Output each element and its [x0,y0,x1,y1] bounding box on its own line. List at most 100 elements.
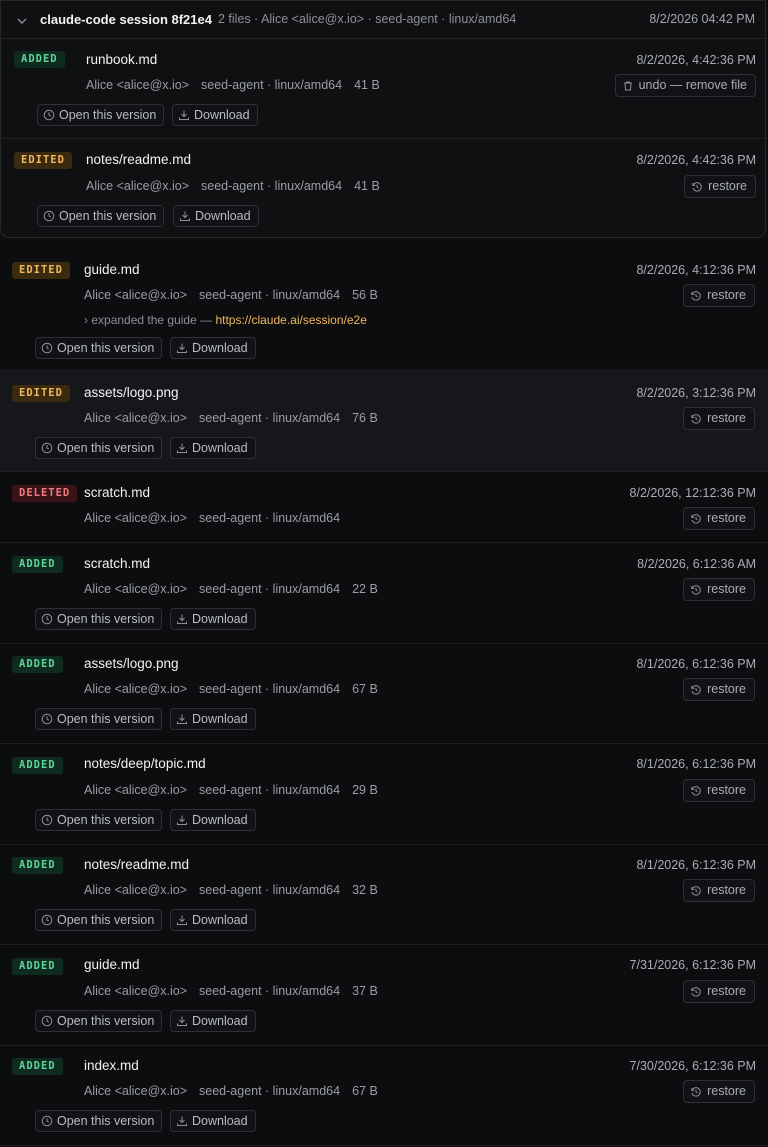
note-text: expanded the guide — [91,313,213,327]
agent: seed-agent · linux/amd64 [199,883,341,897]
open-version-button[interactable]: Open this version [37,205,165,227]
version-row: DELETED scratch.md 8/2/2026, 12:12:36 PM… [0,472,768,543]
version-date: 8/2/2026, 4:42:36 PM [636,153,756,167]
restore-button[interactable]: restore [683,779,755,802]
restore-label: restore [707,288,746,302]
file-size: 67 B [352,682,378,696]
restore-button[interactable]: restore [683,980,755,1003]
download-button[interactable]: Download [170,608,256,630]
clock-icon [41,1015,53,1027]
download-button[interactable]: Download [172,104,258,126]
restore-button[interactable]: restore [684,175,756,198]
open-version-button[interactable]: Open this version [35,437,163,459]
undo-remove-button[interactable]: undo — remove file [614,74,756,97]
clock-icon [41,613,53,625]
restore-label: restore [708,179,747,193]
restore-button[interactable]: restore [683,678,755,701]
session-group: claude-code session 8f21e4 2 files · Ali… [0,0,767,238]
open-version-button[interactable]: Open this version [35,337,163,359]
open-version-button[interactable]: Open this version [37,104,165,126]
history-icon [691,584,701,595]
download-icon [177,614,187,624]
download-button[interactable]: Download [170,337,256,359]
version-meta: Alice <alice@x.io> seed-agent · linux/amd… [84,582,390,596]
clock-icon [41,1115,53,1127]
version-meta: Alice <alice@x.io> seed-agent · linux/amd… [86,179,392,193]
download-label: Download [192,441,248,455]
file-name: index.md [84,1058,139,1073]
status-badge: DELETED [12,485,78,502]
version-note[interactable]: › expanded the guide — https://claude.ai… [84,313,367,327]
clock-icon [41,814,53,826]
download-icon [177,1016,187,1026]
version-date: 8/1/2026, 6:12:36 PM [636,757,756,771]
status-badge: ADDED [14,51,65,68]
version-row: ADDED index.md 7/30/2026, 6:12:36 PM Ali… [0,1046,768,1146]
restore-label: restore [707,1084,746,1098]
restore-label: restore [707,984,746,998]
author: Alice <alice@x.io> [84,883,188,897]
clock-icon [43,210,55,222]
download-icon [177,343,187,353]
version-meta: Alice <alice@x.io> seed-agent · linux/amd… [84,783,390,797]
open-version-button[interactable]: Open this version [35,1110,163,1132]
open-label: Open this version [57,813,155,827]
download-button[interactable]: Download [170,909,256,931]
restore-button[interactable]: restore [683,879,755,902]
open-label: Open this version [57,712,155,726]
version-row: ADDED notes/deep/topic.md 8/1/2026, 6:12… [0,744,768,845]
download-button[interactable]: Download [170,437,256,459]
download-button[interactable]: Download [170,809,256,831]
chevron-right-icon: › [84,313,88,327]
download-icon [177,915,187,925]
session-header[interactable]: claude-code session 8f21e4 2 files · Ali… [1,1,767,39]
history-icon [691,885,701,896]
session-meta: 2 files · Alice <alice@x.io> · seed-agen… [218,12,517,26]
chevron-down-icon[interactable] [15,14,29,28]
clock-icon [41,342,53,354]
agent: seed-agent · linux/amd64 [199,1084,341,1098]
download-button[interactable]: Download [173,205,259,227]
open-label: Open this version [57,1014,155,1028]
file-size: 41 B [354,78,380,92]
history-icon [691,290,701,301]
status-badge: EDITED [12,385,70,402]
restore-button[interactable]: restore [683,507,755,530]
download-button[interactable]: Download [170,1110,256,1132]
version-date: 8/2/2026, 4:42:36 PM [636,53,756,67]
status-badge: ADDED [12,757,63,774]
download-icon [177,443,187,453]
open-version-button[interactable]: Open this version [35,708,163,730]
open-version-button[interactable]: Open this version [35,1010,163,1032]
agent: seed-agent · linux/amd64 [199,984,341,998]
session-link[interactable]: https://claude.ai/session/e2e [215,313,366,327]
file-size: 32 B [352,883,378,897]
restore-button[interactable]: restore [683,578,755,601]
download-icon [177,714,187,724]
restore-button[interactable]: restore [683,284,755,307]
file-name: assets/logo.png [84,656,179,671]
agent: seed-agent · linux/amd64 [201,78,343,92]
file-name: scratch.md [84,485,151,500]
download-button[interactable]: Download [170,1010,256,1032]
open-version-button[interactable]: Open this version [35,909,163,931]
status-badge: ADDED [12,656,63,673]
version-date: 7/31/2026, 6:12:36 PM [629,958,756,972]
version-meta: Alice <alice@x.io> seed-agent · linux/amd… [84,682,390,696]
download-button[interactable]: Download [170,708,256,730]
author: Alice <alice@x.io> [84,411,188,425]
file-name: notes/deep/topic.md [84,756,206,771]
open-version-button[interactable]: Open this version [35,608,163,630]
download-icon [177,815,187,825]
restore-button[interactable]: restore [683,1080,755,1103]
file-size: 37 B [352,984,378,998]
restore-label: restore [707,883,746,897]
restore-button[interactable]: restore [683,407,755,430]
open-version-button[interactable]: Open this version [35,809,163,831]
download-label: Download [192,1114,248,1128]
history-icon [692,181,702,192]
status-badge: ADDED [12,1058,63,1075]
clock-icon [41,713,53,725]
author: Alice <alice@x.io> [84,783,188,797]
version-meta: Alice <alice@x.io> seed-agent · linux/amd… [84,511,352,525]
